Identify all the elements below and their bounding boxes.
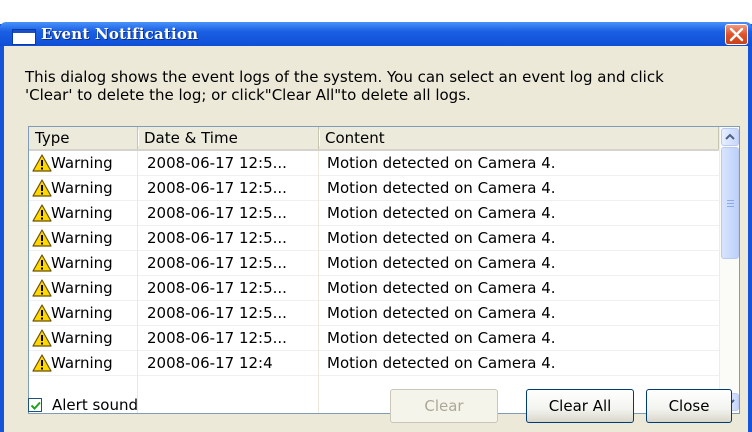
row-date-time: 2008-06-17 12:5... [147, 279, 287, 297]
table-row[interactable]: Warning 2008-06-17 12:5... Motion detected… [29, 326, 719, 351]
row-content: Motion detected on Camera 4. [327, 329, 556, 347]
row-date-time: 2008-06-17 12:5... [147, 254, 287, 272]
row-type: Warning [51, 179, 113, 197]
warning-icon [32, 304, 52, 322]
row-date-time: 2008-06-17 12:5... [147, 204, 287, 222]
thumb-grip [727, 203, 734, 204]
table-row[interactable]: Warning 2008-06-17 12:5... Motion detected… [29, 226, 719, 251]
row-content: Motion detected on Camera 4. [327, 304, 556, 322]
dialog-body: This dialog shows the event logs of the … [4, 46, 748, 432]
list-rows: Warning 2008-06-17 12:5... Motion detected… [29, 151, 719, 376]
warning-icon [32, 179, 52, 197]
row-date-time: 2008-06-17 12:5... [147, 154, 287, 172]
alert-sound-checkbox[interactable] [28, 398, 42, 412]
row-type: Warning [51, 279, 113, 297]
column-header-content[interactable]: Content [319, 127, 720, 149]
scroll-thumb[interactable] [721, 147, 739, 259]
warning-icon [32, 154, 52, 172]
column-divider [137, 151, 138, 413]
warning-icon [32, 329, 52, 347]
warning-icon [32, 204, 52, 222]
row-date-time: 2008-06-17 12:4 [147, 354, 273, 372]
description-text: This dialog shows the event logs of the … [25, 68, 745, 104]
row-type: Warning [51, 254, 113, 272]
row-type: Warning [51, 329, 113, 347]
column-header-date-time[interactable]: Date & Time [138, 127, 320, 149]
row-type: Warning [51, 229, 113, 247]
thumb-grip [727, 206, 734, 207]
column-header-type[interactable]: Type [29, 127, 139, 149]
row-type: Warning [51, 204, 113, 222]
column-divider [318, 151, 319, 413]
event-notification-window: Event Notification This dialog shows the… [0, 0, 752, 432]
clear-button[interactable]: Clear [390, 389, 498, 423]
row-date-time: 2008-06-17 12:5... [147, 329, 287, 347]
vertical-scrollbar[interactable] [719, 127, 739, 413]
scroll-up-button[interactable] [721, 128, 739, 146]
table-row[interactable]: Warning 2008-06-17 12:5... Motion detected… [29, 151, 719, 176]
close-window-button[interactable] [725, 24, 748, 45]
event-log-list[interactable]: Type Date & Time Content Warning 2008-06-… [28, 126, 740, 414]
table-row[interactable]: Warning 2008-06-17 12:5... Motion detected… [29, 176, 719, 201]
warning-icon [32, 354, 52, 372]
clear-all-button[interactable]: Clear All [526, 389, 634, 423]
chevron-up-icon [725, 133, 735, 140]
description-line-2: 'Clear' to delete the log; or click"Clea… [25, 86, 471, 104]
window-title: Event Notification [41, 25, 199, 43]
warning-icon [32, 254, 52, 272]
warning-icon [32, 229, 52, 247]
row-date-time: 2008-06-17 12:5... [147, 229, 287, 247]
thumb-grip [727, 200, 734, 201]
row-date-time: 2008-06-17 12:5... [147, 304, 287, 322]
list-header: Type Date & Time Content [29, 127, 720, 151]
row-date-time: 2008-06-17 12:5... [147, 179, 287, 197]
row-type: Warning [51, 154, 113, 172]
table-row[interactable]: Warning 2008-06-17 12:4 Motion detected on… [29, 351, 719, 376]
checkmark-icon [30, 401, 41, 410]
table-row[interactable]: Warning 2008-06-17 12:5... Motion detected… [29, 301, 719, 326]
close-button[interactable]: Close [646, 389, 732, 423]
table-row[interactable]: Warning 2008-06-17 12:5... Motion detected… [29, 201, 719, 226]
table-row[interactable]: Warning 2008-06-17 12:5... Motion detected… [29, 251, 719, 276]
alert-sound-label: Alert sound [52, 396, 139, 414]
row-content: Motion detected on Camera 4. [327, 229, 556, 247]
row-content: Motion detected on Camera 4. [327, 254, 556, 272]
row-content: Motion detected on Camera 4. [327, 204, 556, 222]
warning-icon [32, 279, 52, 297]
close-icon [729, 27, 744, 42]
table-row[interactable]: Warning 2008-06-17 12:5... Motion detected… [29, 276, 719, 301]
description-line-1: This dialog shows the event logs of the … [25, 68, 664, 86]
row-type: Warning [51, 304, 113, 322]
window-frame-right [748, 46, 752, 432]
row-content: Motion detected on Camera 4. [327, 179, 556, 197]
row-type: Warning [51, 354, 113, 372]
app-window-icon [12, 29, 36, 45]
row-content: Motion detected on Camera 4. [327, 279, 556, 297]
title-bar[interactable]: Event Notification [0, 0, 752, 46]
row-content: Motion detected on Camera 4. [327, 354, 556, 372]
row-content: Motion detected on Camera 4. [327, 154, 556, 172]
